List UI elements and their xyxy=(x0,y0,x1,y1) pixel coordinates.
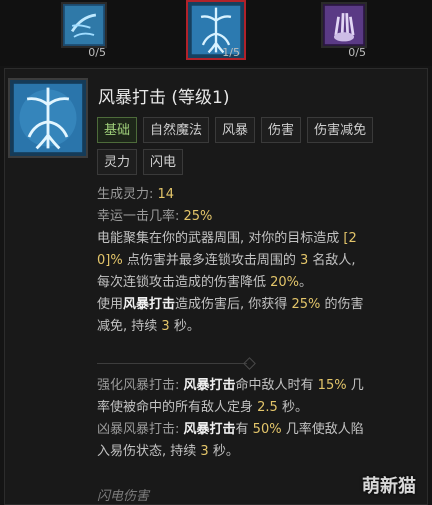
desc-line: 使用风暴打击造成伤害后, 你获得 25% 的伤害 xyxy=(97,297,364,312)
desc-line: 减免, 持续 3 秒。 xyxy=(97,319,200,334)
skill-description: 生成灵力: 14 幸运一击几率: 25% 电能聚集在你的武器周围, 对你的目标造… xyxy=(97,184,423,338)
tag-basic: 基础 xyxy=(97,117,138,143)
damage-type: 闪电伤害 xyxy=(97,489,150,504)
enhancement-line: 入易伤状态, 持续 3 秒。 xyxy=(97,444,239,459)
tag-damage-reduction: 伤害减免 xyxy=(307,117,374,143)
skill-title: 风暴打击 (等级1) xyxy=(98,88,230,108)
skill-slot-3[interactable]: 0/5 xyxy=(316,0,372,64)
desc-line: 0]% 点伤害并最多连锁攻击周围的 3 名敌人, xyxy=(97,253,356,268)
skill-rank-count: 0/5 xyxy=(88,46,106,59)
skill-slot-2[interactable]: 1/5 xyxy=(186,0,246,64)
tag-spirit: 灵力 xyxy=(97,149,138,175)
desc-line: 每次连锁攻击造成的伤害降低 20%。 xyxy=(97,275,313,290)
tag-storm: 风暴 xyxy=(215,117,256,143)
wolf-claw-icon xyxy=(321,2,367,48)
tag-nature-magic: 自然魔法 xyxy=(143,117,210,143)
enhancement-line: 凶暴风暴打击: 风暴打击有 50% 几率使敌人陷 xyxy=(97,422,364,437)
storm-strike-icon xyxy=(8,78,88,158)
section-divider xyxy=(97,357,257,370)
desc-line: 电能聚集在你的武器周围, 对你的目标造成 [2 xyxy=(97,231,357,246)
tag-damage: 伤害 xyxy=(261,117,302,143)
enhancement-line: 率使被命中的所有敌人定身 2.5 秒。 xyxy=(97,400,308,415)
skill-rank-count: 0/5 xyxy=(348,46,366,59)
enhancement-line: 强化风暴打击: 风暴打击命中敌人时有 15% 几 xyxy=(97,378,364,393)
skill-enhancements: 强化风暴打击: 风暴打击命中敌人时有 15% 几 率使被命中的所有敌人定身 2.… xyxy=(97,375,423,463)
skill-tree-bar: 0/5 1/5 0/5 xyxy=(0,0,432,66)
lucky-hit-chance: 幸运一击几率: 25% xyxy=(97,209,213,224)
skill-tooltip: 风暴打击 (等级1) 基础 自然魔法 风暴 伤害 伤害减免 灵力 闪电 生成灵力… xyxy=(4,68,428,505)
skill-tags: 基础 自然魔法 风暴 伤害 伤害减免 灵力 闪电 xyxy=(97,117,417,175)
watermark-logo: 萌新猫 xyxy=(362,476,416,497)
spirit-generation: 生成灵力: 14 xyxy=(97,187,175,202)
tag-lightning: 闪电 xyxy=(143,149,184,175)
skill-slot-1[interactable]: 0/5 xyxy=(56,0,112,64)
skill-rank-count: 1/5 xyxy=(222,46,240,59)
lightning-claw-icon xyxy=(61,2,107,48)
